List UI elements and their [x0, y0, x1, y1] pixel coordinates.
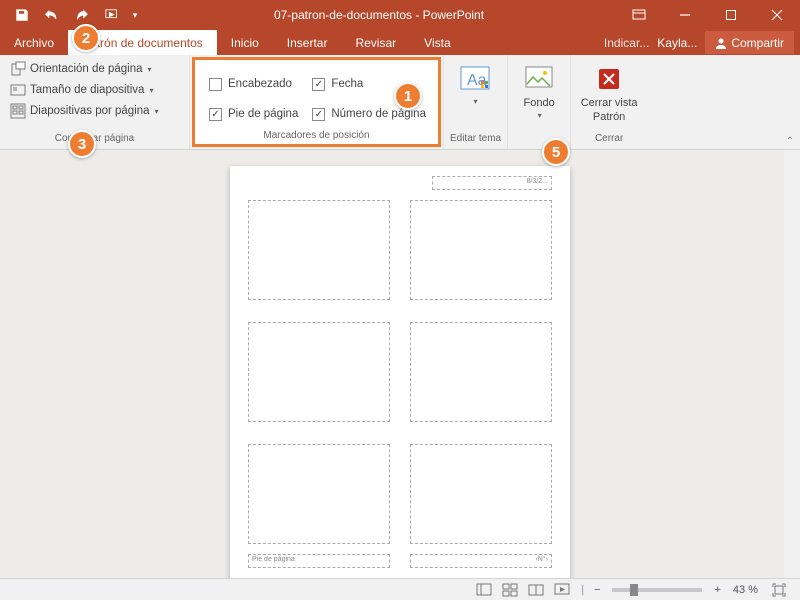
- slides-per-page-label: Diapositivas por página: [30, 105, 150, 117]
- slide-sorter-view-button[interactable]: [497, 580, 523, 600]
- handout-orientation-button[interactable]: Orientación de página ▾: [6, 59, 183, 79]
- chevron-down-icon: ▾: [473, 97, 477, 106]
- qat-customize-icon[interactable]: ▾: [128, 1, 142, 29]
- background-icon: [523, 63, 555, 95]
- header-label: Encabezado: [228, 78, 292, 90]
- slide-size-button[interactable]: Tamaño de diapositiva ▾: [6, 80, 183, 100]
- user-name[interactable]: Kayla...: [657, 36, 697, 50]
- tutorial-badge-2: 2: [72, 24, 100, 52]
- close-icon: [593, 63, 625, 95]
- start-from-beginning-button[interactable]: [98, 1, 126, 29]
- chevron-down-icon: ▾: [149, 86, 153, 95]
- tab-file[interactable]: Archivo: [0, 30, 68, 55]
- checkbox-icon: [209, 78, 222, 91]
- checkbox-footer[interactable]: ✓ Pie de página: [209, 102, 298, 126]
- placeholders-group-label: Marcadores de posición: [195, 130, 438, 144]
- zoom-level[interactable]: 43 %: [733, 584, 758, 596]
- background-label: Fondo: [524, 97, 555, 109]
- close-window-button[interactable]: [754, 0, 800, 30]
- group-page-setup: Orientación de página ▾ Tamaño de diaposi…: [0, 55, 190, 149]
- chevron-down-icon: ▾: [155, 107, 159, 116]
- collapse-ribbon-button[interactable]: ⌃: [786, 136, 794, 147]
- footer-label: Pie de página: [228, 108, 298, 120]
- tab-insert[interactable]: Insertar: [273, 30, 342, 55]
- slide-placeholder[interactable]: [248, 322, 390, 422]
- vertical-scrollbar[interactable]: [784, 150, 800, 578]
- normal-view-button[interactable]: [471, 580, 497, 600]
- orientation-icon: [10, 61, 26, 77]
- edit-theme-group-label: Editar tema: [450, 133, 501, 147]
- fit-to-window-button[interactable]: [766, 580, 792, 600]
- zoom-in-button[interactable]: +: [710, 584, 724, 596]
- tutorial-badge-1: 1: [394, 82, 422, 110]
- orientation-label: Orientación de página: [30, 63, 143, 75]
- ribbon-display-button[interactable]: [616, 0, 662, 30]
- group-background: Fondo ▾: [508, 55, 571, 149]
- date-placeholder[interactable]: 8/3/2...: [432, 176, 552, 190]
- group-close: Cerrar vista Patrón Cerrar: [571, 55, 647, 149]
- ribbon-tabs: Archivo Patrón de documentos Inicio Inse…: [0, 30, 800, 55]
- window-controls: [616, 0, 800, 30]
- quick-access-toolbar: ▾: [0, 1, 142, 29]
- slide-placeholder[interactable]: [410, 322, 552, 422]
- page-number-label: Número de página: [331, 108, 426, 120]
- slide-placeholder[interactable]: [248, 444, 390, 544]
- tutorial-badge-3: 3: [68, 130, 96, 158]
- zoom-thumb[interactable]: [630, 584, 638, 596]
- close-master-view-button[interactable]: Cerrar vista Patrón: [577, 59, 641, 133]
- window-title: 07-patron-de-documentos - PowerPoint: [142, 8, 616, 22]
- minimize-button[interactable]: [662, 0, 708, 30]
- date-label: Fecha: [331, 78, 363, 90]
- slide-size-icon: [10, 82, 26, 98]
- tutorial-badge-5: 5: [542, 138, 570, 166]
- title-bar: ▾ 07-patron-de-documentos - PowerPoint: [0, 0, 800, 30]
- zoom-slider[interactable]: [612, 588, 702, 592]
- slide-placeholder[interactable]: [248, 200, 390, 300]
- maximize-button[interactable]: [708, 0, 754, 30]
- undo-button[interactable]: [38, 1, 66, 29]
- group-edit-theme: Aa ▾ Editar tema: [444, 55, 508, 149]
- background-button[interactable]: Fondo ▾: [514, 59, 564, 133]
- slide-placeholder[interactable]: [410, 200, 552, 300]
- close-group-label: Cerrar: [577, 133, 641, 147]
- save-button[interactable]: [8, 1, 36, 29]
- tab-view[interactable]: Vista: [410, 30, 464, 55]
- footer-placeholder[interactable]: Pie de página: [248, 554, 390, 568]
- person-icon: [715, 37, 727, 49]
- checkbox-header[interactable]: Encabezado: [209, 72, 298, 96]
- slide-placeholder[interactable]: [410, 444, 552, 544]
- share-button[interactable]: Compartir: [705, 31, 794, 54]
- tab-home[interactable]: Inicio: [217, 30, 273, 55]
- tell-me-search[interactable]: Indicar...: [604, 36, 649, 50]
- editing-canvas: 8/3/2... Pie de página ‹N°›: [0, 150, 800, 578]
- zoom-out-button[interactable]: −: [590, 584, 604, 596]
- close-label-1: Cerrar vista: [581, 97, 638, 109]
- chevron-down-icon: ▾: [538, 111, 542, 120]
- tab-review[interactable]: Revisar: [341, 30, 410, 55]
- close-label-2: Patrón: [593, 111, 625, 123]
- checkbox-checked-icon: ✓: [209, 108, 222, 121]
- slide-size-label: Tamaño de diapositiva: [30, 84, 144, 96]
- slides-per-page-button[interactable]: Diapositivas por página ▾: [6, 101, 183, 121]
- share-label: Compartir: [731, 36, 784, 50]
- themes-icon: Aa: [459, 63, 491, 95]
- checkbox-checked-icon: ✓: [312, 78, 325, 91]
- slideshow-view-button[interactable]: [549, 580, 575, 600]
- page-number-placeholder[interactable]: ‹N°›: [410, 554, 552, 568]
- themes-button[interactable]: Aa ▾: [450, 59, 500, 133]
- slides-per-page-icon: [10, 103, 26, 119]
- chevron-down-icon: ▾: [148, 65, 152, 74]
- reading-view-button[interactable]: [523, 580, 549, 600]
- handout-page[interactable]: 8/3/2... Pie de página ‹N°›: [230, 166, 570, 578]
- checkbox-checked-icon: ✓: [312, 108, 325, 121]
- status-bar: | − + 43 %: [0, 578, 800, 600]
